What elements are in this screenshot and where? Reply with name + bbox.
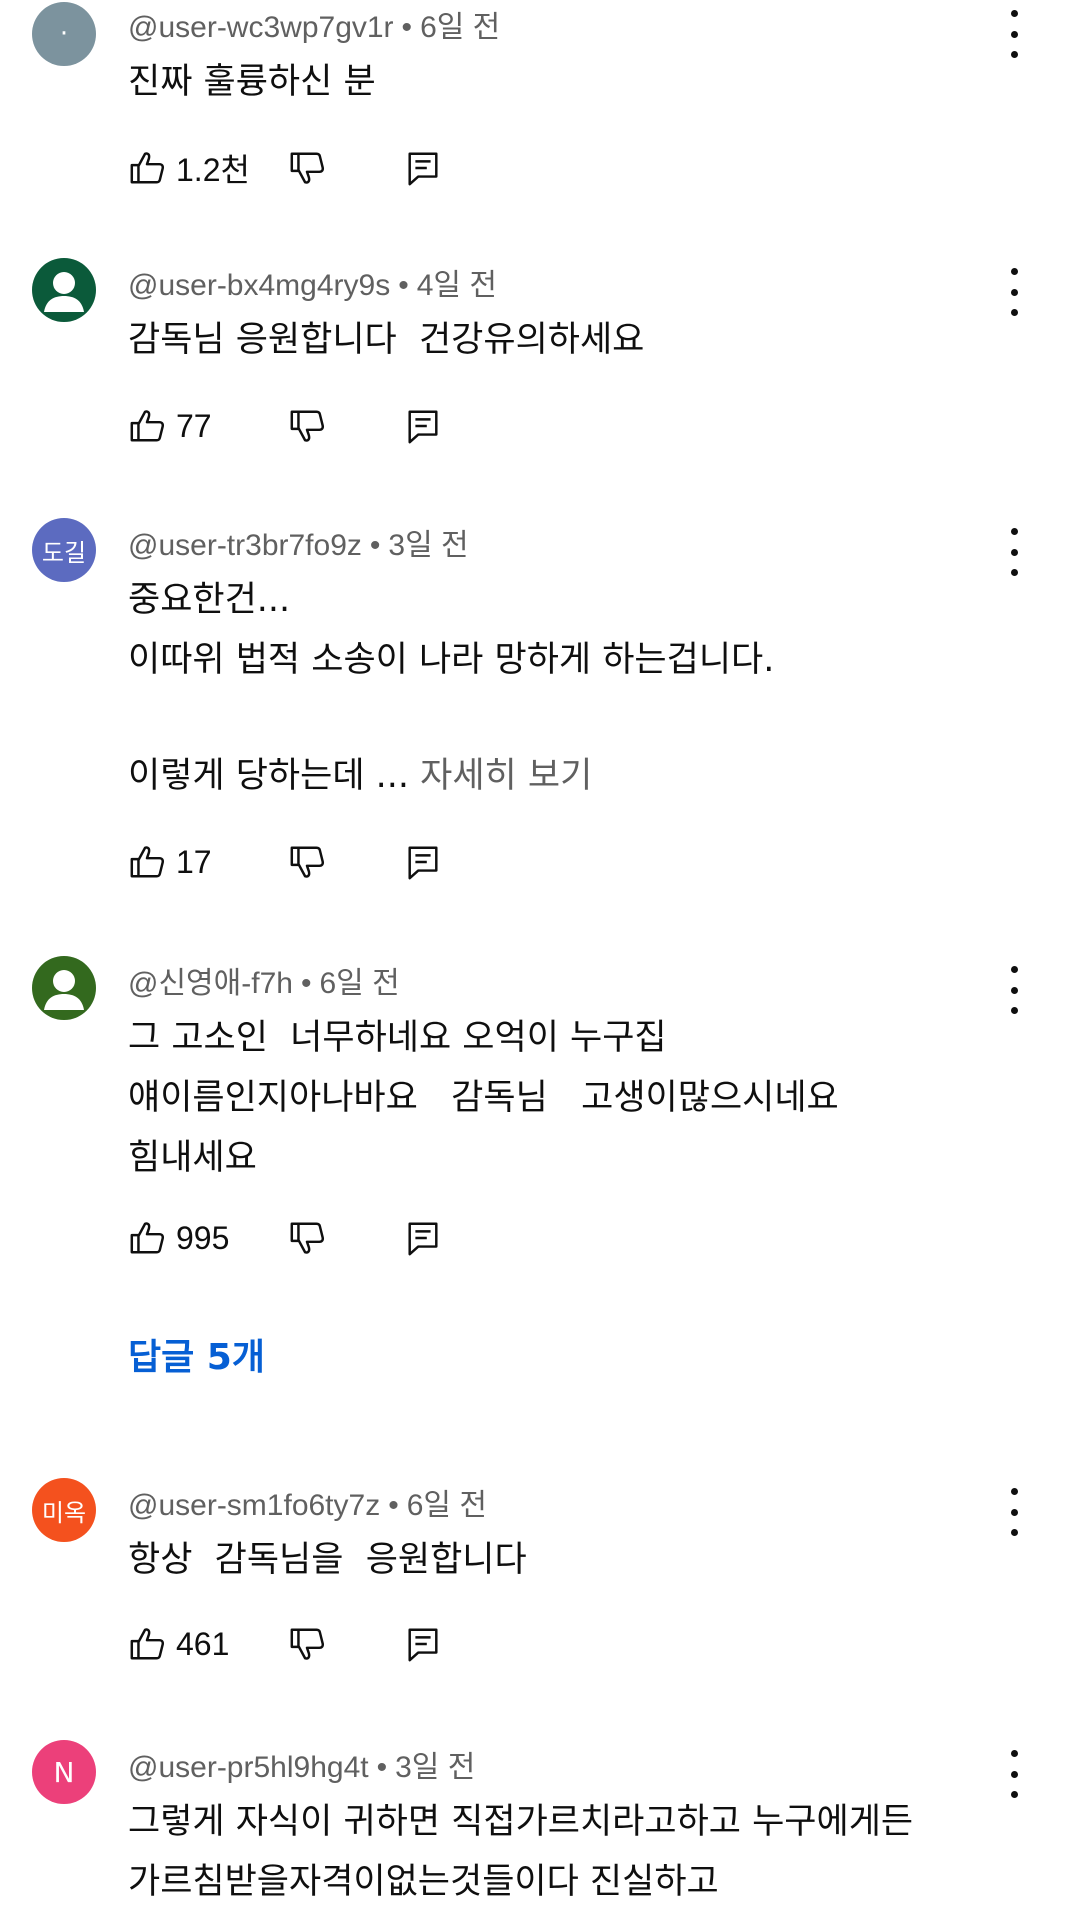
view-replies-button[interactable]: 답글 5개 [128,1328,265,1380]
comment-time[interactable]: 3일 전 [388,529,468,562]
comment-author[interactable]: @신영애-f7h [128,967,293,1000]
like-count: 461 [176,1625,230,1662]
avatar[interactable]: 미옥 [32,1478,96,1542]
meta-separator: • [398,269,409,302]
meta-separator: • [376,1751,388,1784]
avatar-initials: · [59,19,69,49]
like-count: 77 [176,407,212,444]
more-vert-icon[interactable] [1002,268,1026,316]
avatar-initials: N [53,1755,75,1789]
comment-time[interactable]: 3일 전 [395,1751,475,1784]
like-count: 17 [176,843,212,880]
comment-author[interactable]: @user-sm1fo6ty7z [128,1489,380,1522]
comment-line: 진짜 훌륭하신 분 [128,62,376,102]
comment-text: 항상 감독님을 응원합니다 [128,1530,1008,1590]
meta-separator: • [401,11,413,44]
comment-text: 진짜 훌륭하신 분 [128,52,1008,112]
like-button[interactable]: 1.2천 [128,145,288,191]
comment-line: 감독님 응원합니다 건강유의하세요 [128,320,645,360]
comment-text: 그 고소인 너무하네요 오억이 누구집 얘이름인지아나바요 감독님 고생이많으시… [128,1008,1008,1188]
reply-icon[interactable] [404,843,442,881]
comment-text: 감독님 응원합니다 건강유의하세요 [128,310,1008,370]
comment-time[interactable]: 6일 전 [319,967,399,1000]
like-count: 995 [176,1219,230,1256]
thumb-up-icon [128,407,166,445]
comment-actions: 17 [128,838,442,886]
comment-time[interactable]: 4일 전 [417,269,497,302]
thumb-down-icon[interactable] [288,1625,326,1663]
avatar-initials: 도길 [41,538,87,567]
comment-actions: 77 [128,402,442,450]
comment-meta: @user-wc3wp7gv1r • 6일 전 [128,2,500,46]
comment-author[interactable]: @user-bx4mg4ry9s [128,269,390,302]
thumb-down-icon[interactable] [288,407,326,445]
like-button[interactable]: 77 [128,407,288,445]
comment-author[interactable]: @user-wc3wp7gv1r [128,11,394,44]
comment-line: 힘내세요 [128,1138,257,1178]
thumb-up-icon [128,1625,166,1663]
avatar[interactable]: 도길 [32,518,96,582]
like-button[interactable]: 17 [128,843,288,881]
thumb-down-icon[interactable] [288,843,326,881]
thumb-up-icon [128,1219,166,1257]
comment-author[interactable]: @user-tr3br7fo9z [128,529,362,562]
comment-meta: @user-sm1fo6ty7z • 6일 전 [128,1480,487,1524]
comment-actions: 461 [128,1620,442,1668]
meta-separator: • [300,967,312,1000]
comment-actions: 995 [128,1214,442,1262]
comment-line [128,690,1008,746]
comment-line: 이렇게 당하는데 ... 자세히 보기 [128,746,1008,806]
reply-icon[interactable] [404,407,442,445]
read-more-link[interactable]: 자세히 보기 [420,756,592,796]
more-vert-icon[interactable] [1002,1488,1026,1536]
avatar[interactable] [32,956,96,1020]
thumb-down-icon[interactable] [288,149,326,187]
comment-meta: @신영애-f7h • 6일 전 [128,958,400,1002]
reply-icon[interactable] [404,1625,442,1663]
comment-meta: @user-bx4mg4ry9s • 4일 전 [128,260,497,304]
comments-section: · @user-wc3wp7gv1r • 6일 전 진짜 훌륭하신 분 1.2천 @… [0,0,1080,1919]
comment-line: 그렇게 자식이 귀하면 직접가르치라고하고 누구에게든 [128,1802,914,1842]
avatar-initials: 미옥 [41,1498,87,1527]
like-button[interactable]: 461 [128,1625,288,1663]
more-vert-icon[interactable] [1002,966,1026,1014]
thumb-down-icon[interactable] [288,1219,326,1257]
avatar[interactable]: N [32,1740,96,1804]
reply-icon[interactable] [404,149,442,187]
comment-text: 그렇게 자식이 귀하면 직접가르치라고하고 누구에게든 가르침받을자격이없는것들… [128,1792,1008,1912]
reply-icon[interactable] [404,1219,442,1257]
more-vert-icon[interactable] [1002,1750,1026,1798]
comment-actions: 1.2천 [128,144,442,192]
comment-line: 그 고소인 너무하네요 오억이 누구집 [128,1018,667,1058]
comment-author[interactable]: @user-pr5hl9hg4t [128,1751,369,1784]
thumb-up-icon [128,149,166,187]
comment-text: 중요한건... 이따위 법적 소송이 나라 망하게 하는겁니다. 이렇게 당하는… [128,570,1008,806]
meta-separator: • [388,1489,399,1522]
comment-line: 얘이름인지아나바요 감독님 고생이많으시네요 [128,1078,839,1118]
person-icon [32,258,96,322]
comment-line: 항상 감독님을 응원합니다 [128,1540,527,1580]
thumb-up-icon [128,843,166,881]
comment-line: 가르침받을자격이없는것들이다 진실하고 [128,1862,719,1902]
comment-line-text: 이렇게 당하는데 ... [128,756,421,796]
person-icon [32,956,96,1020]
like-button[interactable]: 995 [128,1219,288,1257]
comment-line: 중요한건... [128,580,291,620]
like-count: 1.2천 [176,152,250,188]
comment-time[interactable]: 6일 전 [420,11,500,44]
more-vert-icon[interactable] [1002,528,1026,576]
comment-time[interactable]: 6일 전 [407,1489,487,1522]
avatar[interactable]: · [32,2,96,66]
comment-line: 이따위 법적 소송이 나라 망하게 하는겁니다. [128,640,775,680]
avatar[interactable] [32,258,96,322]
more-vert-icon[interactable] [1002,10,1026,58]
comment-meta: @user-pr5hl9hg4t • 3일 전 [128,1742,475,1786]
meta-separator: • [369,529,381,562]
comment-meta: @user-tr3br7fo9z • 3일 전 [128,520,469,564]
